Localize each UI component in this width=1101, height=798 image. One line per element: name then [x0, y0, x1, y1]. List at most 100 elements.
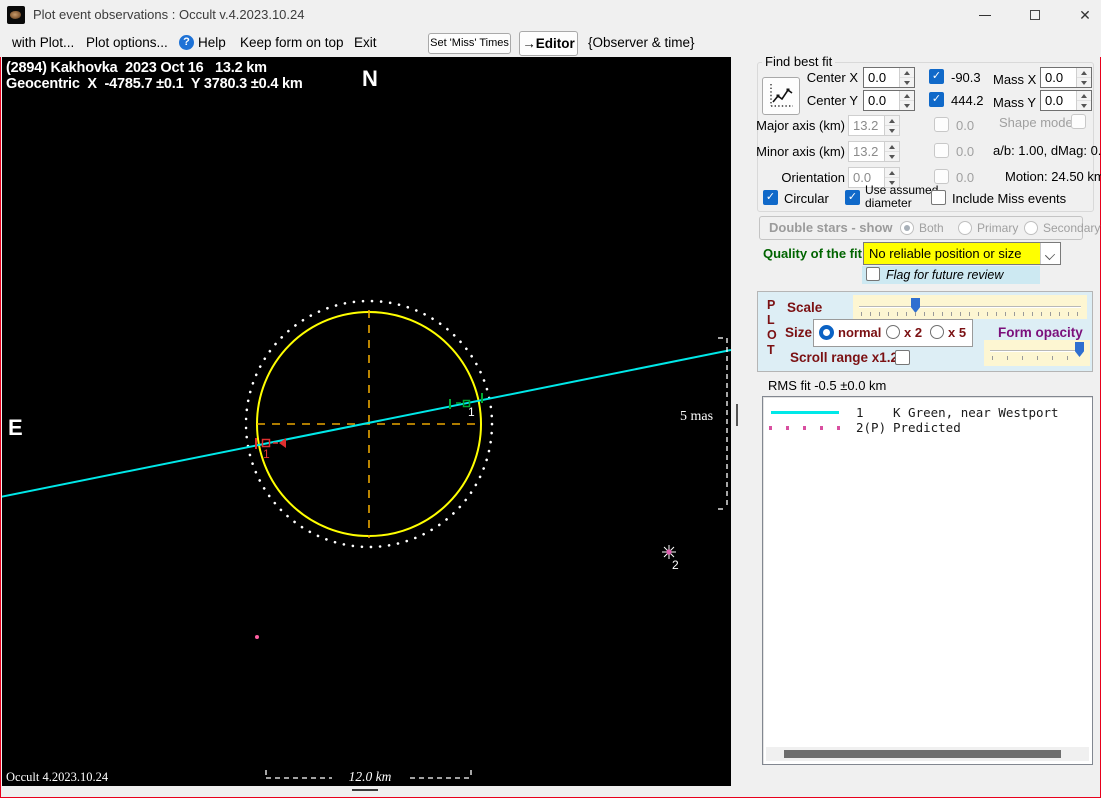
scrollbar-thumb[interactable] — [784, 750, 1061, 758]
center-y-spin-buttons[interactable] — [899, 91, 914, 110]
km-scale-label: 12.0 km — [332, 769, 408, 785]
menu-with-plot[interactable]: with Plot... — [12, 35, 74, 50]
plot-options-panel: P L O T Scale Size normal x 2 x 5 Form o… — [757, 291, 1093, 372]
menu-exit[interactable]: Exit — [354, 35, 377, 50]
size-label: Size — [785, 325, 813, 340]
editor-button[interactable]: →Editor — [519, 31, 578, 56]
major-axis-value: 13.2 — [853, 118, 879, 133]
window-title: Plot event observations : Occult v.4.202… — [33, 7, 305, 22]
shape-model-label: Shape model — [999, 115, 1076, 130]
mass-y-value: 0.0 — [1045, 93, 1064, 108]
use-assumed-line2: diameter — [865, 196, 912, 210]
offset-x-value: -90.3 — [951, 70, 981, 85]
help-icon: ? — [179, 35, 194, 50]
form-opacity-slider[interactable] — [984, 340, 1090, 366]
plot-letter-o: O — [767, 328, 777, 342]
major-unc-value: 0.0 — [956, 118, 975, 133]
major-axis-label: Major axis (km) — [756, 118, 845, 133]
major-unc-checkbox — [934, 117, 949, 132]
observation-list[interactable]: 1 K Green, near Westport 2(P) Predicted — [762, 396, 1093, 765]
include-miss-label: Include Miss events — [952, 191, 1067, 206]
list-item[interactable]: 1 K Green, near Westport — [763, 405, 1092, 420]
scale-label: Scale — [787, 300, 823, 315]
scroll-range-checkbox[interactable] — [895, 350, 910, 365]
mass-y-spin-buttons[interactable] — [1076, 91, 1091, 110]
center-y-value: 0.0 — [868, 93, 887, 108]
minor-axis-spin-buttons[interactable] — [884, 142, 899, 161]
quality-dropdown[interactable]: No reliable position or size — [863, 242, 1061, 265]
mass-x-spin-buttons[interactable] — [1076, 68, 1091, 87]
size-normal-label[interactable]: normal — [838, 325, 881, 340]
size-x5-label[interactable]: x 5 — [948, 325, 966, 340]
close-button[interactable]: ✕ — [1062, 0, 1101, 30]
mass-y-label: Mass Y — [993, 95, 1037, 110]
title-bar: Plot event observations : Occult v.4.202… — [0, 0, 1101, 30]
double-both-label: Both — [919, 221, 944, 235]
center-x-label: Center X — [806, 70, 858, 85]
mass-x-spinner[interactable]: 0.0 — [1040, 67, 1092, 88]
menu-keep-on-top[interactable]: Keep form on top — [240, 35, 344, 50]
minor-unc-checkbox — [934, 143, 949, 158]
quality-dropdown-chevron-icon[interactable] — [1040, 243, 1060, 264]
list-item[interactable]: 2(P) Predicted — [763, 420, 1092, 435]
quality-value: No reliable position or size — [869, 246, 1022, 261]
size-normal-radio[interactable] — [819, 325, 834, 340]
center-y-spinner[interactable]: 0.0 — [863, 90, 915, 111]
plot-letter-t: T — [767, 343, 775, 357]
use-assumed-diameter-checkbox[interactable]: ✓ — [845, 190, 860, 205]
plot-bottom-dash — [352, 789, 378, 791]
double-primary-label: Primary — [977, 221, 1019, 235]
size-x2-label[interactable]: x 2 — [904, 325, 922, 340]
scale-slider-groove — [859, 306, 1081, 308]
predicted-dot — [255, 635, 259, 639]
menu-plot-options[interactable]: Plot options... — [86, 35, 168, 50]
center-x-spinner[interactable]: 0.0 — [863, 67, 915, 88]
minimize-button[interactable] — [962, 0, 1008, 30]
scale-slider[interactable] — [853, 295, 1087, 319]
include-miss-checkbox[interactable] — [931, 190, 946, 205]
double-stars-label: Double stars - show — [769, 220, 893, 235]
major-axis-spinner[interactable]: 13.2 — [848, 115, 900, 136]
size-x5-radio[interactable] — [930, 325, 944, 339]
splitter-tick — [736, 404, 738, 426]
maximize-button[interactable] — [1012, 0, 1058, 30]
quality-label: Quality of the fit — [763, 246, 862, 261]
plot-letter-l: L — [767, 313, 775, 327]
circular-label: Circular — [784, 191, 829, 206]
minor-axis-spinner[interactable]: 13.2 — [848, 141, 900, 162]
minor-axis-label: Minor axis (km) — [756, 144, 845, 159]
maximize-icon — [1030, 10, 1040, 20]
minimize-icon — [979, 15, 991, 16]
set-miss-times-button[interactable]: Set 'Miss' Times — [428, 33, 511, 54]
chord1-end-number: 1 — [468, 405, 475, 419]
east-label: E — [8, 415, 23, 440]
offset-y-checkbox[interactable]: ✓ — [929, 92, 944, 107]
legend-name: Predicted — [893, 420, 961, 435]
orientation-unc-value: 0.0 — [956, 170, 975, 185]
center-x-spin-buttons[interactable] — [899, 68, 914, 87]
form-opacity-thumb[interactable] — [1075, 342, 1084, 357]
scale-slider-thumb[interactable] — [911, 298, 920, 313]
center-x-value: 0.0 — [868, 70, 887, 85]
form-opacity-label: Form opacity — [998, 325, 1083, 340]
plot-header-line2: Geocentric X -4785.7 ±0.1 Y 3780.3 ±0.4 … — [6, 76, 303, 92]
double-primary-radio — [958, 221, 972, 235]
circular-checkbox[interactable]: ✓ — [763, 190, 778, 205]
flag-checkbox[interactable] — [866, 267, 880, 281]
legend-name: K Green, near Westport — [893, 405, 1059, 420]
size-x2-radio[interactable] — [886, 325, 900, 339]
mas-scale-bracket — [718, 337, 728, 510]
menu-help[interactable]: Help — [198, 35, 226, 50]
mas-scale-label: 5 mas — [680, 409, 714, 424]
mass-y-spinner[interactable]: 0.0 — [1040, 90, 1092, 111]
offset-x-checkbox[interactable]: ✓ — [929, 69, 944, 84]
minor-unc-value: 0.0 — [956, 144, 975, 159]
plot-area[interactable]: (2894) Kakhovka 2023 Oct 16 13.2 km Geoc… — [2, 57, 731, 786]
app-icon — [7, 6, 25, 24]
horizontal-scrollbar[interactable] — [766, 747, 1089, 761]
major-axis-spin-buttons[interactable] — [884, 116, 899, 135]
offset-y-value: 444.2 — [951, 93, 984, 108]
scroll-range-label: Scroll range x1.25 — [790, 350, 906, 365]
flag-label: Flag for future review — [886, 268, 1004, 282]
find-best-fit-label: Find best fit — [762, 54, 836, 69]
